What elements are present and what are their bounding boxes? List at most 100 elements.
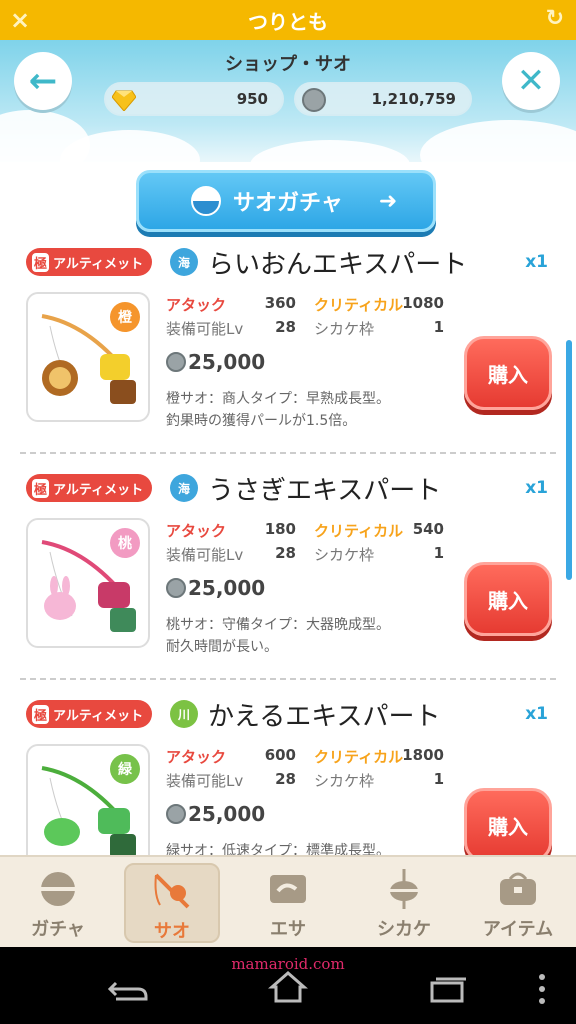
badge-label: アルティメット [53,708,144,724]
buy-button[interactable]: 購入 [464,336,552,410]
home-nav-icon[interactable] [268,969,308,1005]
buy-button[interactable]: 購入 [464,788,552,855]
item-name: うさぎエキスパート [208,476,442,506]
item-price: 25,000 [166,802,265,826]
app-title: つりとも [248,9,328,34]
overflow-menu-icon[interactable] [536,973,548,1005]
item-name: らいおんエキスパート [208,250,468,280]
divider [20,452,556,454]
item-quantity: x1 [525,478,548,498]
attack-label: アタック [166,522,227,540]
color-tag: 橙 [110,302,140,332]
pearl-balance: 1,210,759 [294,82,472,116]
item-price: 25,000 [166,350,265,374]
back-nav-icon[interactable] [106,975,150,1005]
item-description: 橙サオ：商人タイプ：早熟成長型。 釣果時の獲得パールが1.5倍。 [166,388,390,432]
tab-label: シカケ [377,919,431,940]
bag-icon [500,872,536,905]
rod-gacha-button[interactable]: サオガチャ ➜ [136,170,436,232]
attack-label: アタック [166,748,227,766]
tab-gacha[interactable]: ガチャ [10,863,106,943]
price-value: 25,000 [188,802,266,826]
pearl-coin-icon [166,804,186,824]
bottom-tab-bar: ガチャ サオ エサ シカケ アイテム [0,855,576,947]
tab-label: サオ [154,921,190,942]
price-value: 25,000 [188,576,266,600]
description-line: 桃サオ：守備タイプ：大器晩成型。 [166,617,390,633]
pearl-count: 1,210,759 [371,90,456,108]
page-title: ショップ・サオ [225,54,351,75]
description-line: 耐久時間が長い。 [166,639,278,655]
close-app-icon[interactable]: × [10,6,30,34]
badge-prefix: 極 [32,704,50,724]
water-type-badge: 川 [170,700,198,728]
attack-value: 180 [264,520,296,538]
gem-count: 950 [236,90,268,108]
ultimate-badge: 極 アルティメット [26,474,152,502]
refresh-icon[interactable]: ↻ [546,6,564,31]
tab-bait[interactable]: エサ [240,863,336,943]
water-type-badge: 海 [170,248,198,276]
critical-value: 540 [412,520,444,538]
attack-value: 600 [264,746,296,764]
critical-value: 1800 [402,746,444,764]
app-bar: × つりとも ↻ [0,0,576,40]
gem-balance: 950 [104,82,284,116]
bait-icon [270,875,306,903]
level-value: 28 [275,318,296,336]
item-price: 25,000 [166,576,265,600]
color-tag: 緑 [110,754,140,784]
level-slot-row: 装備可能Lv 28 シカケ枠 1 [166,544,446,566]
badge-label: アルティメット [53,482,144,498]
float-icon [390,869,418,909]
buy-button[interactable]: 購入 [464,562,552,636]
gacha-ball-icon [191,186,221,216]
attack-critical-row: アタック 600 クリティカル 1800 [166,746,446,768]
system-nav-bar: mamaroid.com [0,947,576,1024]
badge-prefix: 極 [32,478,50,498]
slot-label: シカケ枠 [314,772,375,790]
level-value: 28 [275,544,296,562]
list-item: 極 アルティメット 川 かえるエキスパート x1 緑 アタック 600 クリティ… [0,692,576,855]
tab-rod[interactable]: サオ [124,863,220,943]
gacha-button-label: サオガチャ [233,191,343,216]
list-scrollbar[interactable] [566,340,572,580]
pearl-coin-icon [302,88,326,112]
level-label: 装備可能Lv [166,320,244,338]
cloud-decoration [420,120,576,162]
ultimate-badge: 極 アルティメット [26,248,152,276]
cloud-decoration [250,140,410,162]
slot-value: 1 [433,318,444,336]
item-quantity: x1 [525,704,548,724]
arrow-right-icon: ➜ [378,188,398,214]
tab-label: アイテム [482,919,554,940]
tab-label: ガチャ [31,919,85,940]
rod-thumbnail: 橙 [26,292,150,422]
item-quantity: x1 [525,252,548,272]
level-label: 装備可能Lv [166,772,244,790]
rod-thumbnail: 桃 [26,518,150,648]
water-type-badge: 海 [170,474,198,502]
description-line: 緑サオ：低速タイプ：標準成長型。 [166,843,390,855]
rod-list[interactable]: 極 アルティメット 海 らいおんエキスパート x1 橙 アタック 360 クリテ… [0,240,576,855]
recents-nav-icon[interactable] [428,975,468,1005]
tab-item[interactable]: アイテム [470,863,566,943]
level-value: 28 [275,770,296,788]
level-label: 装備可能Lv [166,546,244,564]
tab-rig[interactable]: シカケ [356,863,452,943]
attack-critical-row: アタック 360 クリティカル 1080 [166,294,446,316]
description-line: 釣果時の獲得パールが1.5倍。 [166,413,357,429]
slot-value: 1 [433,770,444,788]
badge-label: アルティメット [53,256,144,272]
attack-label: アタック [166,296,227,314]
level-slot-row: 装備可能Lv 28 シカケ枠 1 [166,318,446,340]
attack-critical-row: アタック 180 クリティカル 540 [166,520,446,542]
attack-value: 360 [264,294,296,312]
level-slot-row: 装備可能Lv 28 シカケ枠 1 [166,770,446,792]
slot-label: シカケ枠 [314,320,375,338]
slot-value: 1 [433,544,444,562]
fishing-rod-icon [154,873,190,909]
price-value: 25,000 [188,350,266,374]
rod-thumbnail: 緑 [26,744,150,855]
item-description: 緑サオ：低速タイプ：標準成長型。 [166,840,390,855]
